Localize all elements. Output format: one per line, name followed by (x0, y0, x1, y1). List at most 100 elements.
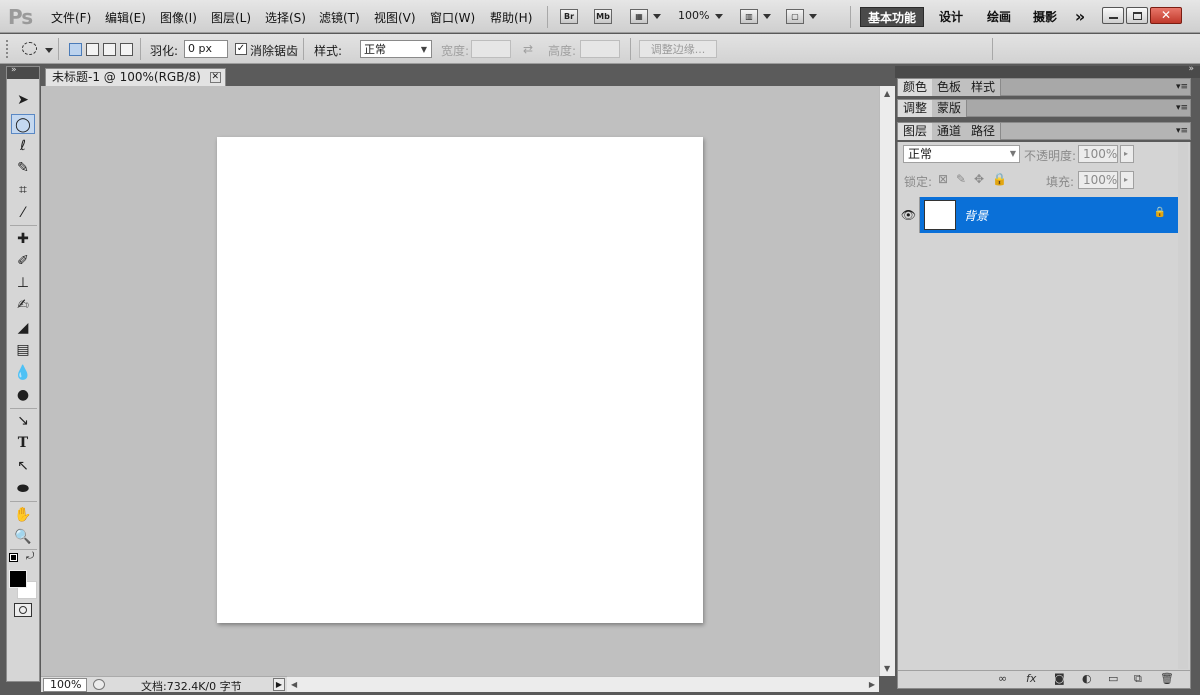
gradient-tool-icon[interactable]: ▤ (11, 340, 35, 360)
lock-all-icon[interactable]: 🔒 (992, 172, 1007, 186)
menu-file[interactable]: 文件(F) (51, 9, 91, 26)
tab-color[interactable]: 颜色 (898, 79, 934, 96)
quick-mask-icon[interactable] (14, 603, 32, 617)
document-info[interactable]: 文档:732.4K/0 字节 (141, 678, 242, 694)
menu-select[interactable]: 选择(S) (265, 9, 306, 26)
menu-image[interactable]: 图像(I) (160, 9, 197, 26)
workspace-painting[interactable]: 绘画 (984, 7, 1014, 27)
screen-mode-dropdown-icon[interactable] (809, 14, 817, 19)
lock-transparency-icon[interactable]: ⊠ (938, 172, 948, 186)
hand-tool-icon[interactable]: ✋ (11, 505, 35, 525)
horizontal-scrollbar[interactable]: ◀ ▶ (287, 676, 879, 692)
ellipse-shape-tool-icon[interactable]: ⬬ (11, 479, 35, 499)
new-selection-icon[interactable] (69, 43, 82, 56)
swap-dimensions-icon[interactable]: ⇄ (523, 42, 533, 56)
status-info-icon[interactable] (93, 679, 105, 690)
workspace-design[interactable]: 设计 (936, 7, 966, 27)
panel-dock-header[interactable]: » (895, 64, 1200, 78)
zoom-tool-icon[interactable]: 🔍 (11, 527, 35, 547)
elliptical-marquee-preset-icon[interactable] (22, 42, 37, 55)
toolbox-header[interactable]: » (7, 65, 39, 79)
add-to-selection-icon[interactable] (86, 43, 99, 56)
layers-scrollbar[interactable] (1178, 142, 1188, 669)
intersect-selection-icon[interactable] (120, 43, 133, 56)
new-layer-icon[interactable]: ⧉ (1134, 672, 1142, 686)
menu-view[interactable]: 视图(V) (374, 9, 416, 26)
tool-preset-dropdown-icon[interactable] (45, 48, 53, 53)
type-tool-icon[interactable]: T (11, 433, 35, 453)
status-menu-arrow-icon[interactable]: ▶ (273, 678, 285, 691)
workspace-photography[interactable]: 摄影 (1030, 7, 1060, 27)
scroll-right-icon[interactable]: ▶ (869, 680, 875, 689)
quick-selection-tool-icon[interactable]: ✎ (11, 158, 35, 178)
lock-position-icon[interactable]: ✥ (974, 172, 984, 186)
blend-mode-select[interactable]: 正常 ▼ (903, 145, 1020, 163)
maximize-icon[interactable] (1126, 7, 1148, 24)
panel-menu-icon[interactable]: ▾≡ (1176, 126, 1188, 136)
tab-masks[interactable]: 蒙版 (932, 100, 968, 117)
elliptical-marquee-tool-icon[interactable]: ◯ (11, 114, 35, 134)
menu-layer[interactable]: 图层(L) (211, 9, 251, 26)
spot-healing-tool-icon[interactable]: ✚ (11, 229, 35, 249)
document-canvas[interactable] (217, 137, 703, 623)
collapse-toolbox-icon[interactable]: » (11, 65, 17, 75)
link-layers-icon[interactable]: ∞ (998, 672, 1007, 685)
minimize-icon[interactable] (1102, 7, 1124, 24)
tab-adjustments[interactable]: 调整 (898, 100, 934, 117)
feather-input[interactable]: 0 px (184, 40, 228, 58)
more-workspaces-icon[interactable]: » (1070, 7, 1090, 27)
close-icon[interactable]: ✕ (1150, 7, 1182, 24)
opacity-input[interactable]: 100% (1078, 145, 1118, 163)
dodge-tool-icon[interactable]: ● (11, 385, 35, 405)
panel-menu-icon[interactable]: ▾≡ (1176, 103, 1188, 113)
mini-bridge-button[interactable]: Mb (594, 9, 612, 24)
tab-paths[interactable]: 路径 (966, 123, 1002, 140)
vertical-scrollbar[interactable]: ▲ ▼ (879, 86, 895, 676)
layer-name[interactable]: 背景 (964, 207, 988, 224)
delete-layer-icon[interactable]: 🗑 (1160, 672, 1174, 685)
fill-input[interactable]: 100% (1078, 171, 1118, 189)
scroll-up-icon[interactable]: ▲ (884, 89, 890, 98)
layer-thumbnail[interactable] (924, 200, 956, 230)
refine-edge-button[interactable]: 调整边缘... (639, 40, 717, 58)
crop-tool-icon[interactable]: ⌗ (11, 180, 35, 200)
tab-swatches[interactable]: 色板 (932, 79, 968, 96)
screen-mode-icon[interactable]: ▢ (786, 9, 804, 24)
eraser-tool-icon[interactable]: ◢ (11, 318, 35, 338)
width-input[interactable] (471, 40, 511, 58)
collapse-panels-icon[interactable]: » (1188, 64, 1194, 74)
document-tab[interactable]: 未标题-1 @ 100%(RGB/8) ✕ (45, 68, 226, 86)
zoom-field[interactable]: 100% (43, 678, 87, 692)
bridge-button[interactable]: Br (560, 9, 578, 24)
options-grip[interactable] (6, 40, 10, 58)
menu-filter[interactable]: 滤镜(T) (319, 9, 360, 26)
swap-colors-icon[interactable]: ⤾ (26, 551, 34, 562)
default-colors-icon[interactable] (9, 553, 18, 562)
scroll-left-icon[interactable]: ◀ (291, 680, 297, 689)
pen-tool-icon[interactable]: ↘ (11, 411, 35, 431)
lock-image-pixels-icon[interactable]: ✎ (956, 172, 966, 186)
subtract-from-selection-icon[interactable] (103, 43, 116, 56)
move-tool-icon[interactable]: ➤ (11, 90, 35, 110)
canvas-area[interactable] (41, 86, 879, 676)
close-document-icon[interactable]: ✕ (209, 72, 221, 83)
foreground-color-swatch[interactable] (9, 570, 27, 588)
workspace-essentials[interactable]: 基本功能 (860, 7, 924, 27)
history-brush-tool-icon[interactable]: ✍ (11, 295, 35, 315)
tab-layers[interactable]: 图层 (898, 123, 934, 140)
layer-style-icon[interactable]: fx (1026, 672, 1036, 685)
fill-slider-arrow-icon[interactable]: ▸ (1120, 171, 1134, 189)
zoom-dropdown-icon[interactable] (715, 14, 723, 19)
arrange-documents-icon[interactable]: ▥ (740, 9, 758, 24)
new-group-icon[interactable]: ▭ (1108, 672, 1118, 685)
menu-help[interactable]: 帮助(H) (490, 9, 532, 26)
lasso-tool-icon[interactable]: ℓ (11, 136, 35, 156)
style-select[interactable]: 正常 ▼ (360, 40, 432, 58)
zoom-level-menu[interactable]: 100% (678, 9, 709, 22)
menu-window[interactable]: 窗口(W) (430, 9, 475, 26)
add-mask-icon[interactable]: ◙ (1054, 672, 1065, 685)
eyedropper-tool-icon[interactable]: ⁄ (11, 203, 35, 223)
blur-tool-icon[interactable]: 💧 (11, 363, 35, 383)
path-selection-tool-icon[interactable]: ↖ (11, 456, 35, 476)
extras-icon[interactable]: ▦ (630, 9, 648, 24)
